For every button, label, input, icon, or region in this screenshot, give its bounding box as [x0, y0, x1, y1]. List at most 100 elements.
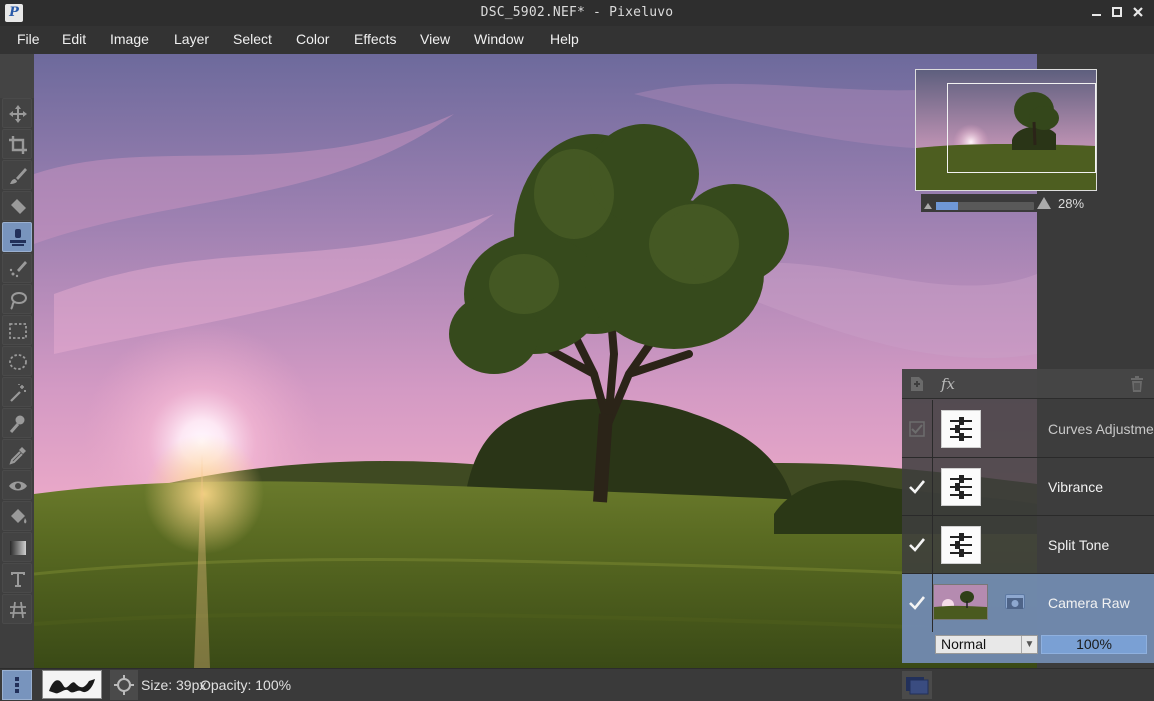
layer-name: Curves Adjustment — [1048, 421, 1154, 437]
layer-opacity-value: 100% — [1076, 636, 1112, 652]
blend-mode-select[interactable]: Normal ▼ — [935, 635, 1038, 654]
perspective-icon — [10, 601, 26, 619]
layer-visibility-toggle[interactable] — [902, 574, 933, 632]
status-bar: Size: 39px Opacity: 100% — [0, 668, 1154, 701]
healing-tool[interactable] — [2, 253, 32, 283]
menu-effects[interactable]: Effects — [354, 31, 397, 47]
paint-bucket-tool[interactable] — [2, 501, 32, 531]
layer-opacity-slider[interactable]: 100% — [1041, 635, 1147, 654]
layers-icon — [906, 677, 929, 695]
brush-preset-preview[interactable] — [42, 670, 102, 699]
brush-stroke-icon — [49, 679, 95, 694]
move-tool[interactable] — [2, 98, 32, 128]
toggle-toolbar-button[interactable] — [2, 670, 32, 700]
eyedropper-icon — [9, 447, 26, 465]
zoom-out-icon[interactable] — [924, 201, 932, 209]
chevron-down-icon: ▼ — [1021, 636, 1037, 653]
new-layer-button[interactable] — [904, 372, 930, 396]
mask-icon — [1007, 598, 1023, 609]
rect-select-icon — [9, 323, 27, 339]
adjustment-thumbnail — [941, 410, 981, 448]
zoom-slider-fill — [936, 202, 958, 210]
layer-visibility-toggle[interactable] — [902, 458, 933, 516]
layer-row-curves[interactable]: Curves Adjustment — [902, 400, 1154, 458]
brush-tool[interactable] — [2, 160, 32, 190]
menu-view[interactable]: View — [420, 31, 450, 47]
maximize-icon[interactable] — [1109, 4, 1125, 20]
color-picker-tool[interactable] — [2, 439, 32, 469]
stamp-icon — [10, 229, 26, 246]
text-icon — [11, 572, 25, 587]
eraser-tool[interactable] — [2, 191, 32, 221]
menu-file[interactable]: File — [17, 31, 40, 47]
move-icon — [9, 105, 27, 123]
menu-bar: File Edit Image Layer Select Color Effec… — [0, 26, 1154, 54]
menu-image[interactable]: Image — [110, 31, 149, 47]
adjustment-thumbnail — [941, 468, 981, 506]
ellipse-select-tool[interactable] — [2, 346, 32, 376]
layer-visibility-toggle[interactable] — [902, 400, 933, 458]
gradient-tool[interactable] — [2, 532, 32, 562]
zoom-in-icon[interactable] — [1037, 197, 1051, 209]
toolbar-grip[interactable] — [0, 54, 34, 98]
app-window: P DSC_5902.NEF* - Pixeluvo File Edit Ima… — [0, 0, 1154, 701]
rect-select-tool[interactable] — [2, 315, 32, 345]
layer-name: Vibrance — [1048, 479, 1104, 495]
gradient-icon — [10, 541, 26, 555]
menu-help[interactable]: Help — [550, 31, 579, 47]
healing-brush-icon — [9, 261, 27, 278]
brush-settings-button[interactable] — [110, 670, 138, 700]
magic-wand-tool[interactable] — [2, 377, 32, 407]
perspective-tool[interactable] — [2, 594, 32, 624]
checkmark-icon — [909, 480, 926, 494]
window-title: DSC_5902.NEF* - Pixeluvo — [480, 5, 674, 20]
toggle-layers-button[interactable] — [902, 671, 932, 699]
layer-photo-thumb — [934, 585, 987, 619]
crop-icon — [9, 136, 27, 154]
title-bar: P DSC_5902.NEF* - Pixeluvo — [0, 0, 1154, 26]
adjustment-thumbnail — [941, 526, 981, 564]
checkmark-icon — [909, 538, 926, 552]
menu-layer[interactable]: Layer — [174, 31, 209, 47]
navigator-viewport-frame[interactable] — [947, 83, 1096, 173]
checkmark-icon — [909, 596, 926, 610]
sliders-icon — [950, 417, 972, 441]
magic-wand-icon — [10, 384, 26, 402]
tool-bar — [0, 54, 34, 668]
clone-stamp-tool[interactable] — [2, 222, 32, 252]
smudge-tool[interactable] — [2, 408, 32, 438]
layer-visibility-toggle[interactable] — [902, 516, 933, 574]
blend-mode-value: Normal — [941, 636, 987, 652]
layer-name: Split Tone — [1048, 537, 1110, 553]
layer-mask-button[interactable] — [1005, 594, 1025, 609]
zoom-value: 28% — [1058, 196, 1085, 211]
checkbox-disabled-icon — [909, 421, 925, 437]
brush-icon — [10, 168, 27, 184]
lasso-tool[interactable] — [2, 284, 32, 314]
menu-window[interactable]: Window — [474, 31, 524, 47]
layer-name: Camera Raw — [1048, 595, 1130, 611]
menu-edit[interactable]: Edit — [62, 31, 86, 47]
menu-color[interactable]: Color — [296, 31, 329, 47]
layer-row-vibrance[interactable]: Vibrance — [902, 458, 1154, 516]
crop-tool[interactable] — [2, 129, 32, 159]
delete-layer-button[interactable] — [1124, 372, 1150, 396]
close-icon[interactable] — [1130, 4, 1146, 20]
menu-select[interactable]: Select — [233, 31, 272, 47]
layer-row-split-tone[interactable]: Split Tone — [902, 516, 1154, 574]
photo-image — [34, 54, 1037, 668]
trash-icon — [1131, 376, 1143, 392]
sliders-icon — [950, 533, 972, 557]
image-canvas[interactable] — [34, 54, 1037, 668]
fx-icon: fx — [940, 375, 955, 393]
image-layer-thumbnail — [933, 584, 988, 620]
brush-opacity-readout: Opacity: 100% — [200, 677, 292, 693]
minimize-icon[interactable] — [1089, 4, 1105, 20]
layer-effects-button[interactable]: fx — [935, 372, 961, 396]
red-eye-tool[interactable] — [2, 470, 32, 500]
eraser-icon — [11, 199, 26, 214]
lasso-icon — [10, 292, 27, 310]
text-tool[interactable] — [2, 563, 32, 593]
layers-toolbar: fx — [902, 369, 1154, 399]
sliders-icon — [950, 475, 972, 499]
